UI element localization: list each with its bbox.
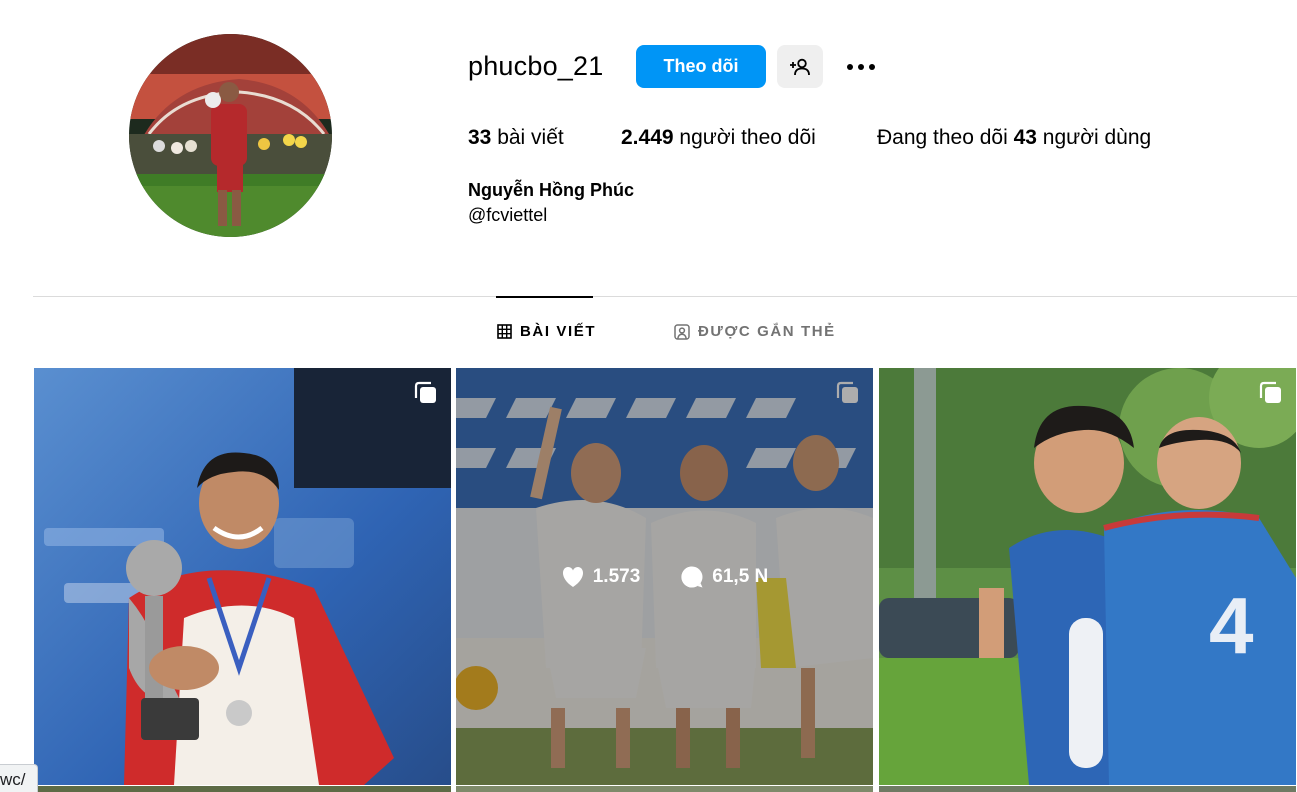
following-prefix: Đang theo dõi xyxy=(877,126,1014,149)
posts-stat: 33 bài viết xyxy=(468,126,564,150)
tab-tagged-label: ĐƯỢC GẮN THẺ xyxy=(698,323,836,340)
following-count: 43 xyxy=(1013,126,1037,149)
followers-stat[interactable]: 2.449 người theo dõi xyxy=(621,126,816,150)
tabs-divider xyxy=(33,296,1297,297)
post-thumbnail[interactable]: 1.573 61,5 N xyxy=(456,368,873,785)
following-stat[interactable]: Đang theo dõi 43 người dùng xyxy=(877,126,1151,150)
posts-label: bài viết xyxy=(491,126,564,149)
likes-metric: 1.573 xyxy=(561,565,641,588)
tab-tagged[interactable]: ĐƯỢC GẮN THẺ xyxy=(674,323,836,340)
follow-button[interactable]: Theo dõi xyxy=(636,45,766,88)
comments-metric: 61,5 N xyxy=(680,565,768,589)
suggest-accounts-button[interactable] xyxy=(777,45,823,88)
avatar-photo xyxy=(129,34,332,237)
tab-posts-label: BÀI VIẾT xyxy=(520,323,597,340)
heart-icon xyxy=(562,566,583,587)
more-options-button[interactable] xyxy=(842,50,880,84)
tab-posts[interactable]: BÀI VIẾT xyxy=(497,323,596,340)
tagged-user-icon xyxy=(674,323,690,340)
threads-handle-link[interactable]: @fcviettel xyxy=(468,205,547,226)
status-url-text: wc/ xyxy=(0,770,26,789)
comment-icon xyxy=(681,565,703,588)
next-row-thumbnail[interactable] xyxy=(34,786,451,792)
carousel-icon xyxy=(1259,381,1281,403)
comments-count: 61,5 N xyxy=(712,565,769,587)
next-row-thumbnail[interactable] xyxy=(456,786,873,792)
full-name: Nguyễn Hồng Phúc xyxy=(468,180,634,200)
likes-count: 1.573 xyxy=(592,565,641,587)
posts-count: 33 xyxy=(468,126,492,149)
username: phucbo_21 xyxy=(468,51,604,81)
following-suffix: người dùng xyxy=(1036,126,1152,149)
profile-avatar[interactable] xyxy=(129,34,332,237)
next-row-thumbnail[interactable] xyxy=(879,786,1296,792)
more-horizontal-icon xyxy=(847,64,875,70)
link-status-bubble: wc/ xyxy=(0,764,38,792)
post-thumbnail[interactable] xyxy=(34,368,451,785)
post-thumbnail[interactable]: 4 xyxy=(879,368,1296,785)
carousel-icon xyxy=(414,381,436,403)
post-photo xyxy=(34,368,451,785)
post-hover-overlay: 1.573 61,5 N xyxy=(456,368,873,785)
grid-icon xyxy=(497,324,512,339)
post-photo: 4 xyxy=(879,368,1296,785)
active-tab-indicator xyxy=(496,296,593,298)
followers-label: người theo dõi xyxy=(673,126,816,149)
person-plus-icon xyxy=(790,58,810,75)
followers-count: 2.449 xyxy=(621,126,674,149)
svg-text:4: 4 xyxy=(1209,581,1254,670)
